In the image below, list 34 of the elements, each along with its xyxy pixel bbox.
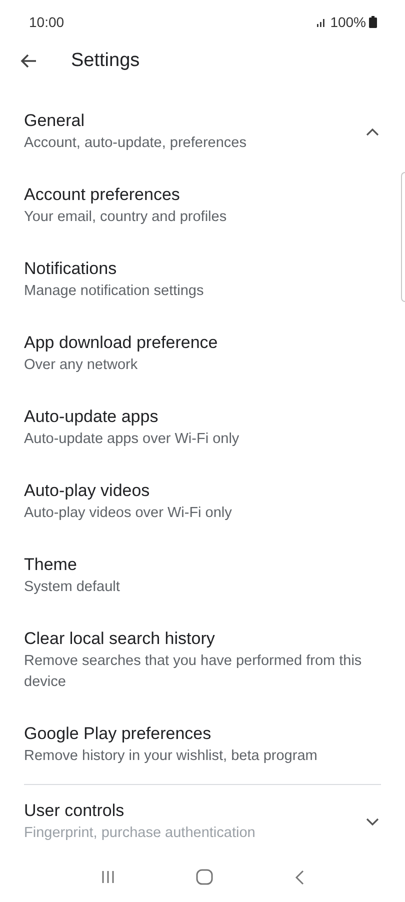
- setting-description: Your email, country and profiles: [24, 208, 228, 227]
- section-subtitle: Fingerprint, purchase authentication: [24, 824, 256, 843]
- setting-title[interactable]: Auto-play videos: [24, 480, 381, 502]
- setting-description: Remove history in your wishlist, beta program: [24, 747, 318, 766]
- back-icon[interactable]: [20, 54, 37, 68]
- section-title: User controls: [24, 800, 126, 822]
- setting-description: Auto-update apps over Wi-Fi only: [24, 430, 240, 449]
- back-nav-icon[interactable]: [295, 870, 304, 884]
- signal-icon: [317, 18, 328, 26]
- setting-description: System default: [24, 578, 121, 597]
- scrollbar[interactable]: [401, 172, 405, 302]
- setting-title[interactable]: Clear local search history: [24, 628, 381, 650]
- battery-icon: [369, 16, 377, 28]
- status-time: 10:00: [29, 14, 64, 30]
- setting-description: Over any network: [24, 356, 139, 375]
- home-icon[interactable]: [196, 869, 214, 885]
- setting-title[interactable]: Theme: [24, 554, 381, 576]
- setting-title[interactable]: Notifications: [24, 258, 381, 280]
- battery-level: 100%: [330, 14, 366, 30]
- section-subtitle: Account, auto-update, preferences: [24, 134, 246, 153]
- section-header[interactable]: General Account, auto-update, preferences: [0, 110, 405, 169]
- section-title: General: [24, 110, 86, 132]
- recent-apps-icon[interactable]: [100, 870, 115, 884]
- chevron-down-icon: [366, 818, 379, 826]
- setting-title[interactable]: Account preferences: [24, 184, 381, 206]
- setting-title[interactable]: Auto-update apps: [24, 406, 381, 428]
- setting-description: Remove searches that you have performed from this device: [24, 652, 363, 692]
- setting-title[interactable]: App download preference: [24, 332, 381, 354]
- setting-title[interactable]: Google Play preferences: [24, 723, 381, 745]
- setting-description: Manage notification settings: [24, 282, 205, 301]
- setting-description: Auto-play videos over Wi-Fi only: [24, 504, 233, 523]
- chevron-up-icon: [366, 128, 379, 136]
- page-title: Settings: [71, 50, 140, 72]
- section-header[interactable]: User controls Fingerprint, purchase authentication: [0, 800, 405, 859]
